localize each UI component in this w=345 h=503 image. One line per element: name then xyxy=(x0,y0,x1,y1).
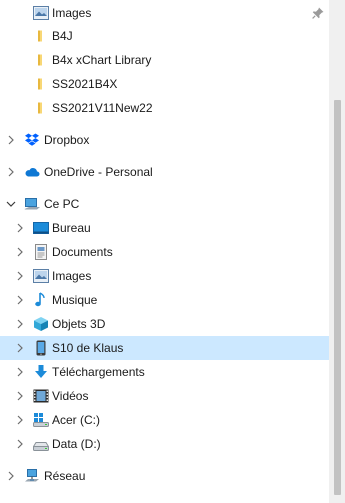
nav-item-reseau[interactable]: Réseau xyxy=(0,464,329,488)
chevron-right-icon[interactable] xyxy=(14,246,26,258)
phone-icon xyxy=(33,340,49,356)
nav-item-label: OneDrive - Personal xyxy=(44,165,153,179)
nav-item-videos[interactable]: Vidéos xyxy=(0,384,329,408)
chevron-right-icon[interactable] xyxy=(14,366,26,378)
nav-item-onedrive[interactable]: OneDrive - Personal xyxy=(0,160,329,184)
nav-item-label: Images xyxy=(52,6,92,20)
images-icon xyxy=(33,268,49,284)
chevron-right-icon[interactable] xyxy=(14,222,26,234)
nav-item-label: Images xyxy=(52,269,92,283)
images-icon xyxy=(33,5,49,21)
nav-item-ce-pc[interactable]: Ce PC xyxy=(0,192,329,216)
nav-item-objets-3d[interactable]: Objets 3D xyxy=(0,312,329,336)
windows-drive-icon xyxy=(33,412,49,428)
chevron-right-icon[interactable] xyxy=(14,294,26,306)
nav-item-label: SS2021V11New22 xyxy=(52,101,153,115)
chevron-down-icon[interactable] xyxy=(5,198,17,210)
videos-icon xyxy=(33,388,49,404)
desktop-icon xyxy=(33,220,49,236)
navigation-pane: Images B4J B4x xChart Library SS2021B4X … xyxy=(0,0,329,503)
nav-item-label: Data (D:) xyxy=(52,437,101,451)
nav-item-s10-de-klaus[interactable]: S10 de Klaus xyxy=(0,336,329,360)
dropbox-icon xyxy=(24,132,40,148)
folder-icon xyxy=(33,100,49,116)
nav-item-b4x-xchart-library[interactable]: B4x xChart Library xyxy=(0,48,329,72)
nav-item-label: Vidéos xyxy=(52,389,89,403)
nav-item-label: Dropbox xyxy=(44,133,90,147)
nav-item-telechargements[interactable]: Téléchargements xyxy=(0,360,329,384)
chevron-right-icon[interactable] xyxy=(5,470,17,482)
folder-icon xyxy=(33,52,49,68)
chevron-right-icon[interactable] xyxy=(14,270,26,282)
downloads-icon xyxy=(33,364,49,380)
folder-icon xyxy=(33,76,49,92)
documents-icon xyxy=(33,244,49,260)
nav-item-dropbox[interactable]: Dropbox xyxy=(0,128,329,152)
nav-item-label: Musique xyxy=(52,293,98,307)
drive-icon xyxy=(32,436,50,452)
nav-item-ss2021b4x[interactable]: SS2021B4X xyxy=(0,72,329,96)
nav-item-label: Ce PC xyxy=(44,197,80,211)
computer-icon xyxy=(24,196,40,212)
nav-item-label: Bureau xyxy=(52,221,91,235)
nav-item-ss2021v11new22[interactable]: SS2021V11New22 xyxy=(0,96,329,120)
nav-item-musique[interactable]: Musique xyxy=(0,288,329,312)
nav-item-label: Réseau xyxy=(44,469,86,483)
chevron-right-icon[interactable] xyxy=(5,134,17,146)
music-icon xyxy=(33,292,49,308)
chevron-right-icon[interactable] xyxy=(14,414,26,426)
folder-icon xyxy=(33,28,49,44)
nav-item-data-d[interactable]: Data (D:) xyxy=(0,432,329,456)
nav-item-bureau[interactable]: Bureau xyxy=(0,216,329,240)
objects-3d-icon xyxy=(33,316,49,332)
onedrive-icon xyxy=(24,164,40,180)
nav-item-images-quick[interactable]: Images xyxy=(0,1,329,25)
nav-item-label: B4J xyxy=(52,29,73,43)
nav-item-label: SS2021B4X xyxy=(52,77,118,91)
nav-item-label: B4x xChart Library xyxy=(52,53,152,67)
network-icon xyxy=(24,468,40,484)
vertical-scrollbar[interactable] xyxy=(329,0,345,503)
chevron-right-icon[interactable] xyxy=(14,390,26,402)
nav-item-label: Documents xyxy=(52,245,113,259)
scrollbar-thumb[interactable] xyxy=(334,100,341,495)
nav-item-label: Téléchargements xyxy=(52,365,145,379)
chevron-right-icon[interactable] xyxy=(14,438,26,450)
nav-item-b4j[interactable]: B4J xyxy=(0,24,329,48)
chevron-right-icon[interactable] xyxy=(14,342,26,354)
nav-item-label: Acer (C:) xyxy=(52,413,100,427)
nav-item-documents[interactable]: Documents xyxy=(0,240,329,264)
nav-item-acer-c[interactable]: Acer (C:) xyxy=(0,408,329,432)
nav-item-images[interactable]: Images xyxy=(0,264,329,288)
nav-item-label: S10 de Klaus xyxy=(52,341,124,355)
chevron-right-icon[interactable] xyxy=(5,166,17,178)
chevron-right-icon[interactable] xyxy=(14,318,26,330)
pin-icon[interactable] xyxy=(311,6,325,20)
nav-item-label: Objets 3D xyxy=(52,317,106,331)
